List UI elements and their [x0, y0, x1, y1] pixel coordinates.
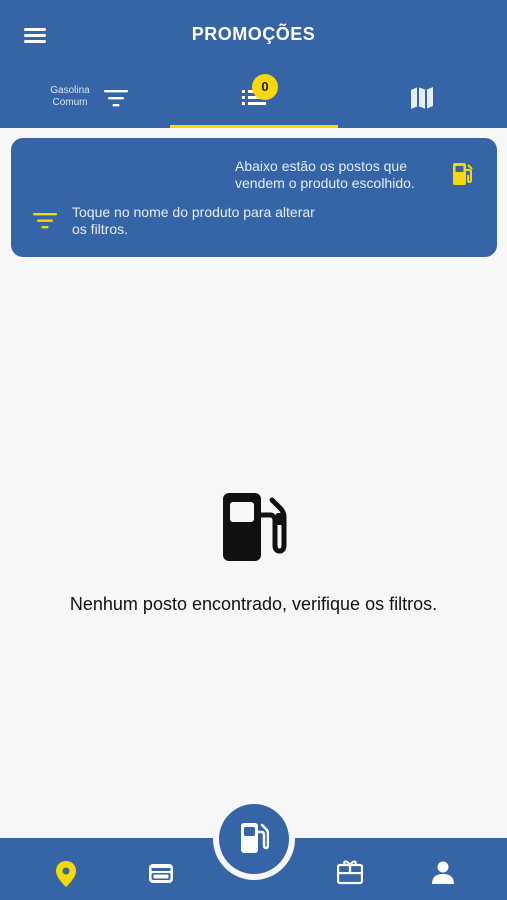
- person-icon: [432, 861, 454, 884]
- info-card: Abaixo estão os postos que vendem o prod…: [11, 138, 497, 257]
- nav-location[interactable]: [46, 856, 86, 892]
- map-icon: [411, 87, 433, 109]
- results-count-badge: 0: [252, 74, 278, 100]
- tab-list[interactable]: 0: [170, 68, 338, 128]
- empty-state-message: Nenhum posto encontrado, verifique os fi…: [69, 594, 438, 614]
- nav-wallet[interactable]: [140, 856, 180, 892]
- filter-icon: [33, 213, 57, 229]
- fuel-pump-icon: [453, 163, 473, 185]
- tab-fuel-filter[interactable]: Gasolina Comum: [0, 68, 170, 128]
- tab-bar: Gasolina Comum 0: [0, 68, 507, 128]
- active-tab-indicator: [170, 125, 338, 128]
- gift-card-icon: [337, 860, 363, 885]
- app-bar: PROMOÇÕES Gasolina Comum 0: [0, 0, 507, 128]
- filter-icon: [104, 90, 128, 107]
- location-pin-icon: [56, 861, 76, 887]
- info-card-hint: Toque no nome do produto para alterar os…: [72, 204, 315, 237]
- info-card-description: Abaixo estão os postos que vendem o prod…: [235, 158, 415, 191]
- fuel-filter-label: Gasolina Comum: [50, 85, 90, 108]
- fuel-pump-icon: [241, 823, 269, 853]
- wallet-icon: [149, 864, 173, 883]
- page-title: PROMOÇÕES: [191, 24, 316, 44]
- nav-profile[interactable]: [423, 856, 463, 892]
- fuel-station-button[interactable]: [219, 804, 289, 874]
- fuel-pump-icon: [223, 493, 287, 561]
- tab-map[interactable]: [338, 68, 507, 128]
- nav-gift-card[interactable]: [329, 856, 369, 892]
